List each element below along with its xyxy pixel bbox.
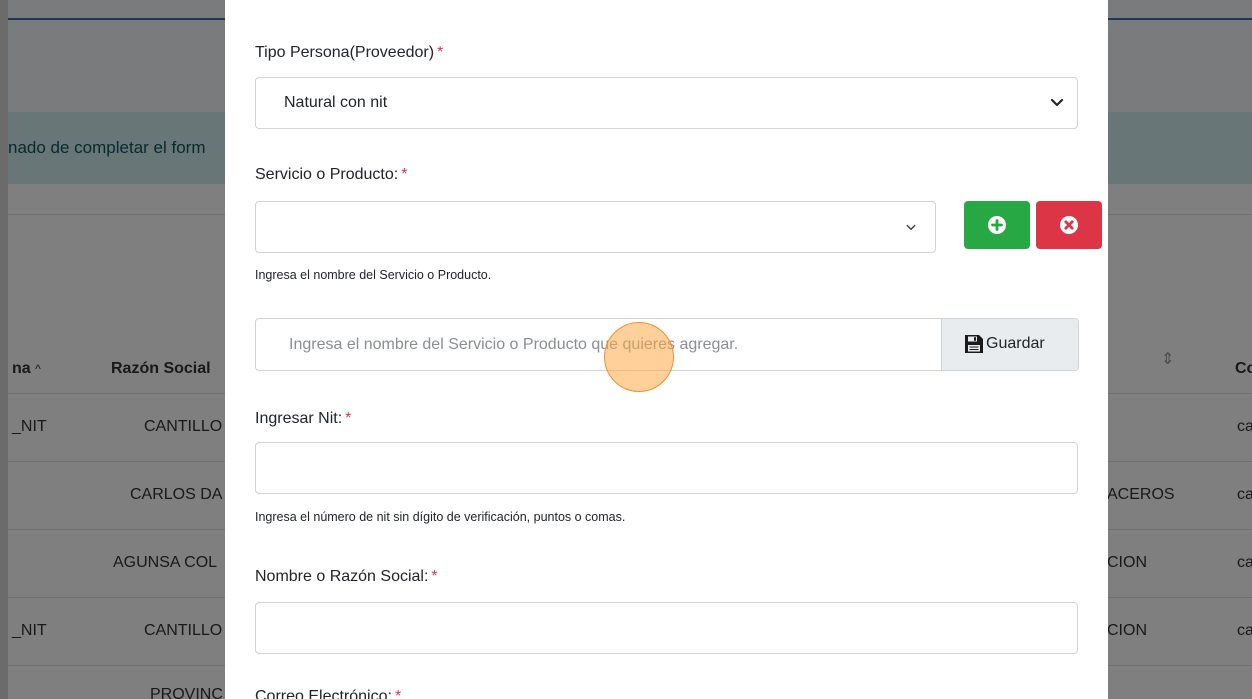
nit-label: Ingresar Nit: * [255,410,352,427]
razon-social-input[interactable] [255,602,1078,654]
servicio-help-text: Ingresa el nombre del Servicio o Product… [255,268,492,282]
tipo-persona-label: Tipo Persona(Proveedor) * [255,44,444,61]
window-edge [0,0,8,699]
required-mark: * [431,568,438,585]
correo-label: Correo Electrónico: * [255,688,401,699]
add-service-button[interactable] [964,201,1030,249]
save-service-button[interactable]: Guardar [941,319,1078,370]
remove-service-button[interactable] [1036,201,1102,249]
razon-social-label: Nombre o Razón Social: * [255,568,438,585]
nit-input[interactable] [255,442,1078,494]
floppy-disk-icon [965,335,983,353]
tipo-persona-value: Natural con nit [284,94,388,111]
required-mark: * [437,44,444,61]
required-mark: * [401,166,408,183]
save-label: Guardar [986,335,1045,352]
chevron-down-icon [906,224,916,230]
tipo-persona-select[interactable]: Natural con nit [255,77,1078,129]
click-indicator [604,322,674,392]
times-circle-icon [1060,216,1078,234]
required-mark: * [345,410,352,427]
chevron-down-icon [1050,98,1064,107]
servicio-label: Servicio o Producto: * [255,166,408,183]
plus-circle-icon [988,216,1006,234]
nit-help-text: Ingresa el número de nit sin dígito de v… [255,510,626,524]
required-mark: * [394,688,402,699]
servicio-select[interactable] [255,201,936,253]
